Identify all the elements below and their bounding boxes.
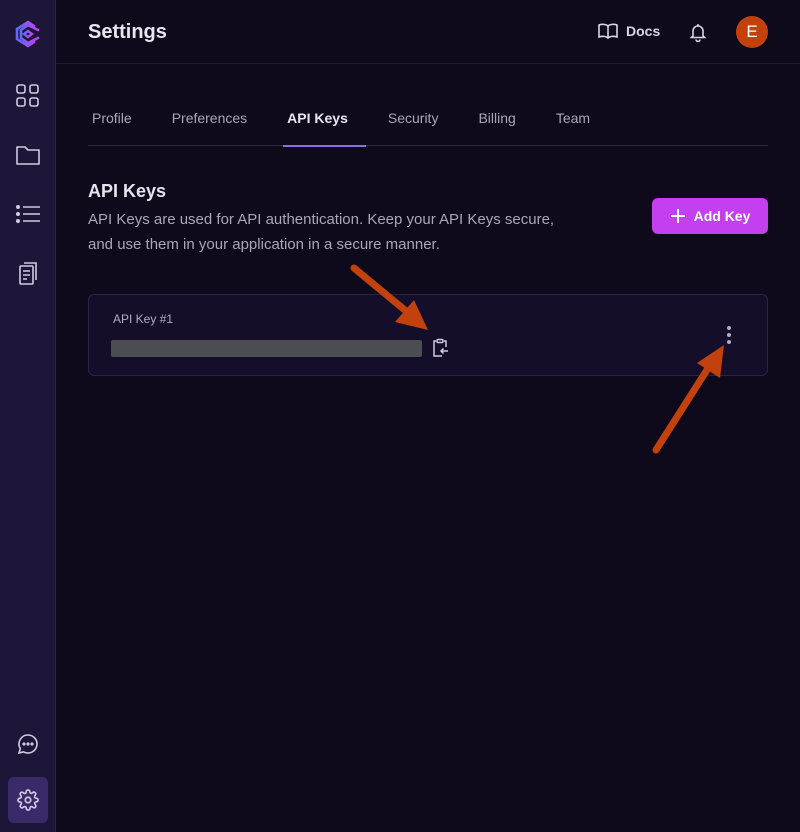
bell-icon[interactable] [688, 22, 708, 47]
list-icon[interactable] [12, 198, 44, 230]
tab-preferences[interactable]: Preferences [168, 100, 265, 146]
add-key-label: Add Key [693, 208, 751, 224]
tab-security[interactable]: Security [384, 100, 457, 146]
chat-icon[interactable] [12, 728, 44, 760]
plus-icon [670, 209, 685, 223]
docs-link[interactable]: Docs [598, 22, 660, 40]
dashboard-grid-icon[interactable] [12, 80, 44, 112]
settings-tabs: Profile Preferences API Keys Security Bi… [88, 100, 768, 147]
header: Settings Docs E [56, 0, 800, 64]
tab-api-keys[interactable]: API Keys [283, 100, 366, 147]
tab-billing[interactable]: Billing [474, 100, 533, 146]
documents-icon[interactable] [12, 258, 44, 290]
section-title: API Keys [88, 181, 167, 201]
api-key-masked-value [111, 340, 422, 357]
more-options-icon[interactable] [723, 325, 735, 350]
avatar[interactable]: E [736, 16, 768, 48]
tab-team[interactable]: Team [552, 100, 608, 146]
section-description: API Keys are used for API authentication… [88, 211, 555, 253]
api-key-label: API Key #1 [113, 312, 174, 326]
folder-icon[interactable] [12, 139, 44, 171]
page-title: Settings [88, 21, 167, 43]
gear-icon[interactable] [8, 777, 48, 823]
logo-icon[interactable] [12, 18, 44, 50]
sidebar [0, 0, 56, 832]
api-key-card: API Key #1 [88, 294, 768, 376]
copy-clipboard-icon[interactable] [431, 338, 449, 363]
book-icon [598, 23, 618, 40]
add-key-button[interactable]: Add Key [652, 198, 768, 234]
tab-profile[interactable]: Profile [88, 100, 150, 146]
docs-label: Docs [626, 23, 661, 39]
